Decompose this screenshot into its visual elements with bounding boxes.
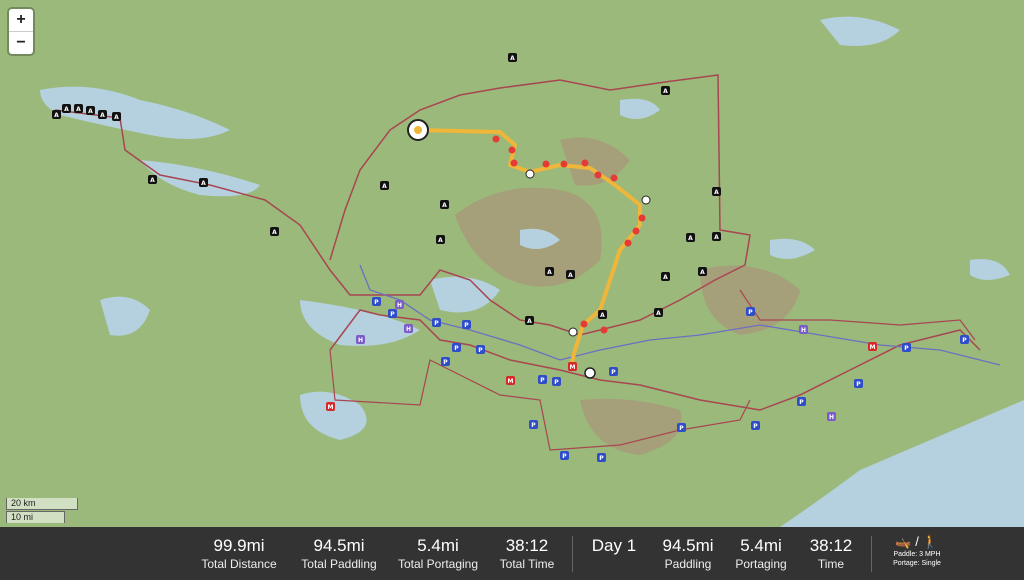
svg-text:P: P <box>540 377 545 384</box>
zoom-in-button[interactable]: + <box>9 9 33 31</box>
svg-text:P: P <box>390 311 395 318</box>
scale-bar-mi: 10 mi <box>6 511 65 523</box>
svg-text:P: P <box>478 347 483 354</box>
svg-text:P: P <box>531 422 536 429</box>
stat-value: 99.9mi <box>213 536 265 555</box>
svg-text:A: A <box>64 106 69 113</box>
svg-text:M: M <box>570 364 576 371</box>
svg-text:A: A <box>714 234 719 241</box>
svg-text:A: A <box>54 112 59 119</box>
svg-text:A: A <box>527 318 532 325</box>
stat-label: Portaging <box>735 557 787 571</box>
svg-text:A: A <box>510 55 515 62</box>
stat-total-paddling: 94.5mi Total Paddling <box>298 536 380 572</box>
svg-text:P: P <box>443 359 448 366</box>
svg-text:A: A <box>688 235 693 242</box>
svg-text:A: A <box>114 114 119 121</box>
svg-text:A: A <box>663 88 668 95</box>
zoom-control: + − <box>9 9 33 54</box>
stats-divider <box>572 536 573 572</box>
portage-mode: Portage: Single <box>893 560 941 567</box>
svg-text:P: P <box>799 399 804 406</box>
map-canvas[interactable]: A A A A A A A A A A A A A A A A A A A A … <box>0 0 1024 527</box>
svg-text:A: A <box>150 177 155 184</box>
svg-text:A: A <box>568 272 573 279</box>
stat-label: Total Paddling <box>301 557 377 571</box>
route-end-marker[interactable] <box>584 367 596 379</box>
stat-day-time: 38:12 Time <box>804 536 858 572</box>
svg-text:M: M <box>508 378 514 385</box>
stat-total-distance: 99.9mi Total Distance <box>200 536 278 572</box>
svg-text:A: A <box>100 112 105 119</box>
waypoint-marker[interactable] <box>525 169 535 179</box>
svg-text:A: A <box>600 312 605 319</box>
svg-text:P: P <box>599 455 604 462</box>
svg-text:A: A <box>88 108 93 115</box>
svg-text:P: P <box>748 309 753 316</box>
stat-total-portaging: 5.4mi Total Portaging <box>396 536 480 572</box>
svg-text:A: A <box>656 310 661 317</box>
svg-text:H: H <box>397 302 402 309</box>
stat-label: Time <box>817 557 845 571</box>
svg-text:P: P <box>374 299 379 306</box>
paddle-portage-icon: 🛶 / 🚶 <box>895 534 939 549</box>
svg-text:A: A <box>76 106 81 113</box>
stat-value: 38:12 <box>505 536 549 555</box>
stat-label: Total Distance <box>201 557 277 571</box>
svg-text:P: P <box>904 345 909 352</box>
stat-label: Paddling <box>664 557 712 571</box>
svg-text:A: A <box>700 269 705 276</box>
svg-text:A: A <box>201 180 206 187</box>
zoom-out-button[interactable]: − <box>9 31 33 54</box>
svg-text:H: H <box>358 337 363 344</box>
map-svg[interactable]: A A A A A A A A A A A A A A A A A A A A … <box>0 0 1024 527</box>
svg-text:H: H <box>801 327 806 334</box>
svg-text:A: A <box>272 229 277 236</box>
svg-text:P: P <box>856 381 861 388</box>
stat-label: Total Portaging <box>397 557 479 571</box>
stats-divider <box>871 536 872 572</box>
svg-text:P: P <box>562 453 567 460</box>
day-label: Day 1 <box>591 536 637 555</box>
svg-text:P: P <box>434 320 439 327</box>
stat-value: 94.5mi <box>662 536 714 555</box>
pace-settings[interactable]: 🛶 / 🚶 Paddle: 3 MPH Portage: Single <box>888 534 946 568</box>
svg-text:P: P <box>611 369 616 376</box>
svg-text:P: P <box>962 337 967 344</box>
scale-bar-km: 20 km <box>6 498 78 510</box>
waypoint-marker[interactable] <box>568 327 578 337</box>
stat-value: 38:12 <box>809 536 853 555</box>
stat-day-portaging: 5.4mi Portaging <box>731 536 791 572</box>
svg-text:P: P <box>679 425 684 432</box>
svg-text:H: H <box>406 326 411 333</box>
stat-value: 94.5mi <box>313 536 365 555</box>
day-selector[interactable]: Day 1 <box>585 536 643 556</box>
svg-text:A: A <box>442 202 447 209</box>
stat-value: 5.4mi <box>740 536 782 555</box>
svg-text:A: A <box>714 189 719 196</box>
paddle-speed: Paddle: 3 MPH <box>893 551 941 558</box>
route-start-dot <box>414 126 422 134</box>
stat-value: 5.4mi <box>417 536 459 555</box>
waypoint-marker[interactable] <box>641 195 651 205</box>
stat-day-paddling: 94.5mi Paddling <box>656 536 720 572</box>
svg-text:A: A <box>382 183 387 190</box>
svg-text:P: P <box>753 423 758 430</box>
stat-total-time: 38:12 Total Time <box>496 536 558 572</box>
svg-text:A: A <box>663 274 668 281</box>
svg-text:H: H <box>829 414 834 421</box>
svg-text:P: P <box>464 322 469 329</box>
svg-text:P: P <box>454 345 459 352</box>
stat-label: Total Time <box>499 557 555 571</box>
svg-text:M: M <box>328 404 334 411</box>
svg-text:M: M <box>870 344 876 351</box>
svg-text:A: A <box>438 237 443 244</box>
trip-stats-bar: 99.9mi Total Distance 94.5mi Total Paddl… <box>0 527 1024 580</box>
svg-text:P: P <box>554 379 559 386</box>
svg-text:A: A <box>547 269 552 276</box>
